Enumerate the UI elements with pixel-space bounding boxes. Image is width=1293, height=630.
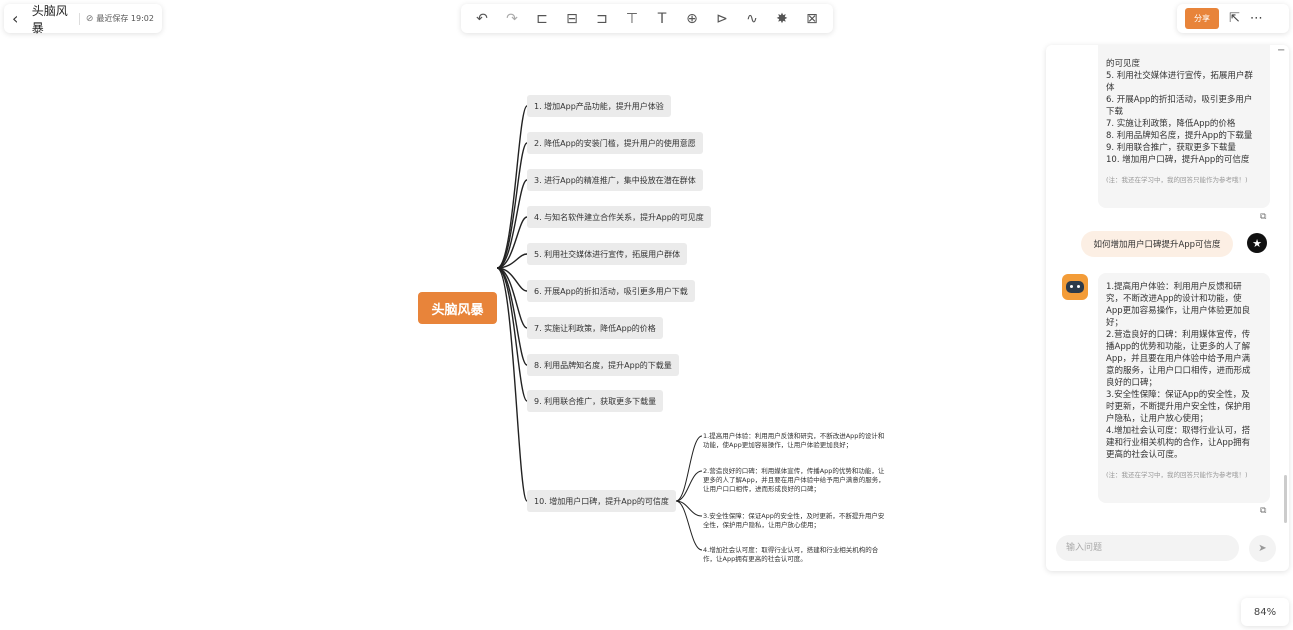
chat-text-line: 意的服务，让用户口口相传，进而形成 <box>1106 366 1251 376</box>
insert-sibling-icon[interactable]: ⊏ <box>532 9 552 29</box>
present-icon[interactable]: ⊠ <box>802 9 822 29</box>
chat-text-line: 好； <box>1106 318 1124 328</box>
mindmap-canvas[interactable]: 头脑风暴 1. 增加App产品功能，提升用户体验 2. 降低App的安装门槛，提升… <box>0 40 1040 630</box>
chat-text-line: 播App的优势和功能，让更多的人了解 <box>1106 342 1251 352</box>
leaf-text-line: 作，让App拥有更高的社会认可度。 <box>703 555 807 563</box>
top-right-actions: 分享 ⇱ ⋯ <box>1177 4 1289 33</box>
text-icon[interactable]: T <box>652 9 672 29</box>
assistant-note: (注：我还在学习中，我的回答只能作为参考哦！) <box>1106 471 1248 479</box>
assistant-answer: 1.提高用户体验：利用用户反馈和研 究，不断改进App的设计和功能，使 App更加容… <box>1098 273 1270 503</box>
mindmap-root-node[interactable]: 头脑风暴 <box>418 292 497 324</box>
mindmap-branch-node[interactable]: 8. 利用品牌知名度，提升App的下载量 <box>527 354 679 376</box>
leaf-text-line: 全性，保护用户隐私，让用户放心使用； <box>703 521 820 529</box>
mindmap-branch-node[interactable]: 9. 利用联合推广，获取更多下载量 <box>527 390 664 412</box>
mindmap-branch-node[interactable]: 10. 增加用户口碑，提升App的可信度 <box>527 490 676 512</box>
chat-text-line: 10. 增加用户口碑，提升App的可信度 <box>1106 155 1250 165</box>
minus-icon[interactable]: − <box>1277 45 1287 56</box>
mindmap-leaf-node[interactable]: 1.提高用户体验：利用用户反馈和研究，不断改进App的设计和 功能，使App更加容… <box>703 432 915 450</box>
zoom-level[interactable]: 84% <box>1241 598 1289 626</box>
leaf-text-line: 让用户口口相传，进而形成良好的口碑； <box>703 485 820 493</box>
mindmap-branch-node[interactable]: 2. 降低App的安装门槛，提升用户的使用意愿 <box>527 132 703 154</box>
redo-icon[interactable]: ↷ <box>502 9 522 29</box>
toolbar: ↶ ↷ ⊏ ⊟ ⊐ ⊤ T ⊕ ⊳ ∿ ✸ ⊠ <box>461 4 833 33</box>
chat-text-line: 体 <box>1106 83 1115 93</box>
answer-text: 1.提高用户体验：利用用户反馈和研 究，不断改进App的设计和功能，使 App更加容… <box>1106 281 1262 461</box>
user-question: 如何增加用户口碑提升App可信度 <box>1081 231 1233 257</box>
chat-text-line: App，并且要在用户体验中给予用户满 <box>1106 354 1251 364</box>
connector-line <box>675 470 703 502</box>
leaf-text-line: 1.提高用户体验：利用用户反馈和研究，不断改进App的设计和 <box>703 432 885 440</box>
chat-text-line: App更加容易操作，让用户体验更加良 <box>1106 306 1251 316</box>
chat-text-line: 4.增加社会认可度：取得行业认可，搭 <box>1106 426 1251 436</box>
leaf-text-line: 功能，使App更加容易操作，让用户体验更加良好； <box>703 441 853 449</box>
chat-text-line: 建和行业相关机构的合作，让App拥有 <box>1106 438 1251 448</box>
chat-text-line: 时更新，不断提升用户安全性，保护用 <box>1106 402 1251 412</box>
chat-text-line: 户隐私，让用户放心使用； <box>1106 414 1209 424</box>
summary-icon[interactable]: ⊳ <box>712 9 732 29</box>
mindmap-branch-node[interactable]: 6. 开展App的折扣活动，吸引更多用户下载 <box>527 280 695 302</box>
mindmap-leaf-node[interactable]: 2.营造良好的口碑：利用媒体宣传，传播App的优势和功能，让 更多的人了解App，… <box>703 467 915 494</box>
chat-text-line: 究，不断改进App的设计和功能，使 <box>1106 294 1242 304</box>
send-icon[interactable]: ➤ <box>1249 535 1276 562</box>
check-circle-icon: ⊘ <box>85 13 94 24</box>
mindmap-branch-node[interactable]: 1. 增加App产品功能，提升用户体验 <box>527 95 671 117</box>
answer-text: 的可见度 5. 利用社交媒体进行宣传，拓展用户群体 6. 开展App的折扣活动，吸引… <box>1106 58 1262 166</box>
chat-text-line: 9. 利用联合推广，获取更多下载量 <box>1106 143 1236 153</box>
more-icon[interactable]: ⋯ <box>1250 11 1263 26</box>
chat-input[interactable] <box>1056 535 1239 561</box>
mindmap-leaf-node[interactable]: 4.增加社会认可度：取得行业认可，搭建和行业相关机构的合 作，让App拥有更高的社… <box>703 546 915 564</box>
chat-text-line: 更高的社会认可度。 <box>1106 450 1183 460</box>
chat-text-line: 的可见度 <box>1106 59 1141 69</box>
chat-text-line: 1.提高用户体验：利用用户反馈和研 <box>1106 282 1242 292</box>
document-title[interactable]: 头脑风暴 <box>32 2 73 36</box>
mindmap-connectors <box>496 105 703 551</box>
chat-text-line: 7. 实施让利政策，降低App的价格 <box>1106 119 1236 129</box>
chat-text-line: 8. 利用品牌知名度，提升App的下载量 <box>1106 131 1253 141</box>
copy-icon[interactable]: ⧉ <box>1260 506 1266 516</box>
share-button[interactable]: 分享 <box>1185 8 1219 29</box>
connector-line <box>675 435 703 502</box>
link-icon[interactable]: ∿ <box>742 9 762 29</box>
ai-icon[interactable]: ✸ <box>772 9 792 29</box>
undo-icon[interactable]: ↶ <box>472 9 492 29</box>
add-icon[interactable]: ⊕ <box>682 9 702 29</box>
save-status: 最近保存 19:02 <box>96 14 154 23</box>
ai-chat-panel: − 的可见度 5. 利用社交媒体进行宣传，拓展用户群体 6. 开展App的折扣活动，… <box>1046 45 1289 571</box>
chevron-left-icon[interactable]: ‹ <box>12 10 26 27</box>
insert-child-icon[interactable]: ⊟ <box>562 9 582 29</box>
divider <box>78 12 80 25</box>
chat-text-line: 下载 <box>1106 107 1124 117</box>
copy-icon[interactable]: ⧉ <box>1260 212 1266 222</box>
chat-text-line: 6. 开展App的折扣活动，吸引更多用户 <box>1106 95 1253 105</box>
mindmap-branch-node[interactable]: 5. 利用社交媒体进行宣传，拓展用户群体 <box>527 243 688 265</box>
insert-parent-icon[interactable]: ⊐ <box>592 9 612 29</box>
mindmap-branch-node[interactable]: 3. 进行App的精准推广，集中投放在潜在群体 <box>527 169 703 191</box>
bot-avatar <box>1062 274 1088 300</box>
leaf-text-line: 更多的人了解App，并且要在用户体验中给予用户满意的服务， <box>703 476 885 484</box>
external-link-icon[interactable]: ⇱ <box>1229 11 1240 26</box>
assistant-previous-answer: 的可见度 5. 利用社交媒体进行宣传，拓展用户群体 6. 开展App的折扣活动，吸引… <box>1098 45 1270 208</box>
mindmap-leaf-node[interactable]: 3.安全性保障：保证App的安全性，及时更新，不断提升用户安 全性，保护用户隐私，… <box>703 512 915 530</box>
chat-scrollbar[interactable] <box>1284 475 1287 523</box>
format-painter-icon[interactable]: ⊤ <box>622 9 642 29</box>
leaf-text-line: 2.营造良好的口碑：利用媒体宣传，传播App的优势和功能，让 <box>703 467 885 475</box>
mindmap-branch-node[interactable]: 4. 与知名软件建立合作关系，提升App的可见度 <box>527 206 711 228</box>
assistant-note: (注：我还在学习中，我的回答只能作为参考哦！) <box>1106 176 1248 184</box>
chat-text-line: 2.营造良好的口碑：利用媒体宣传，传 <box>1106 330 1251 340</box>
title-card: ‹ 头脑风暴 ⊘ 最近保存 19:02 <box>4 2 162 36</box>
chat-text-line: 5. 利用社交媒体进行宣传，拓展用户群 <box>1106 71 1253 81</box>
mindmap-branch-node[interactable]: 7. 实施让利政策，降低App的价格 <box>527 317 663 339</box>
chat-text-line: 3.安全性保障：保证App的安全性，及 <box>1106 390 1250 400</box>
star-icon: ★ <box>1247 233 1267 253</box>
leaf-text-line: 4.增加社会认可度：取得行业认可，搭建和行业相关机构的合 <box>703 546 879 554</box>
leaf-text-line: 3.安全性保障：保证App的安全性，及时更新，不断提升用户安 <box>703 512 885 520</box>
chat-text-line: 良好的口碑； <box>1106 378 1158 388</box>
